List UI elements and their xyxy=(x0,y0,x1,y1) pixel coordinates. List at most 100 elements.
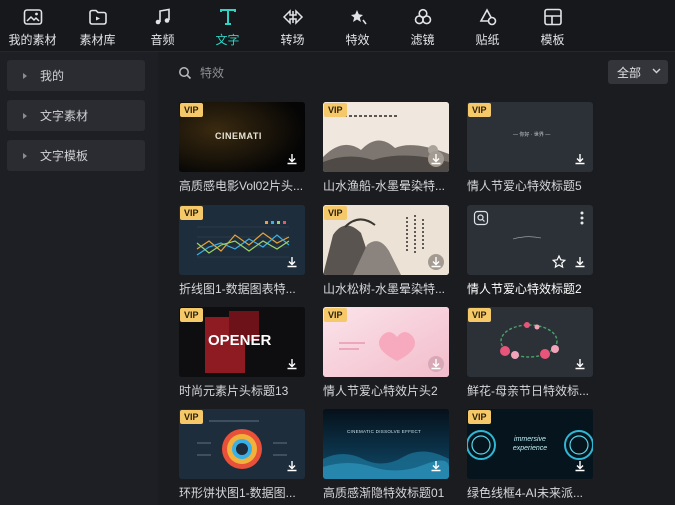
download-icon[interactable] xyxy=(572,151,588,167)
template-title: 情人节爱心特效标题2 xyxy=(467,282,582,296)
tab-label: 滤镜 xyxy=(410,33,435,47)
top-toolbar: 我的素材 素材库 音频 文字 转场 特效 滤镜 贴纸 模板 xyxy=(0,0,675,51)
filter-label: 全部 xyxy=(617,65,642,80)
template-card[interactable]: VIP 山水松树-水墨晕染特... xyxy=(323,205,449,297)
download-icon[interactable] xyxy=(428,254,444,270)
template-thumbnail: VIP xyxy=(179,409,305,479)
template-title: 山水松树-水墨晕染特... xyxy=(323,282,445,296)
download-icon[interactable] xyxy=(284,254,300,270)
category-filter-dropdown[interactable]: 全部 xyxy=(608,60,668,84)
template-thumbnail: VIP xyxy=(323,205,449,275)
template-title: 鲜花-母亲节日特效标... xyxy=(467,384,589,398)
music-icon xyxy=(152,7,174,27)
template-title: 情人节爱心特效标题5 xyxy=(467,179,582,193)
vip-badge: VIP xyxy=(180,103,203,117)
template-thumbnail: CINEMATI VIP xyxy=(179,102,305,172)
template-title: 时尚元素片头标题13 xyxy=(179,384,289,398)
template-card[interactable]: immersive experience VIP 绿色线框4-AI未来派... xyxy=(467,409,593,501)
template-card[interactable]: VIP 环形饼状图1-数据图... xyxy=(179,409,305,501)
thumbnail-text: OPENER xyxy=(208,332,272,349)
thumbnail-text: CINEMATI xyxy=(215,131,262,141)
sidebar: 我的 文字素材 文字模板 xyxy=(0,52,158,505)
template-card[interactable]: 情人节爱心特效标题2 xyxy=(467,205,593,297)
template-thumbnail: VIP xyxy=(467,307,593,377)
my-media-icon xyxy=(22,7,44,27)
sidebar-item-text-materials[interactable]: 文字素材 xyxy=(7,100,145,131)
tab-template[interactable]: 模板 xyxy=(520,0,585,51)
vip-badge: VIP xyxy=(468,308,491,322)
vip-badge: VIP xyxy=(180,308,203,322)
tab-filter[interactable]: 滤镜 xyxy=(390,0,455,51)
tab-my-media[interactable]: 我的素材 xyxy=(0,0,65,51)
download-icon[interactable] xyxy=(428,356,444,372)
preview-zoom-icon[interactable] xyxy=(473,210,489,226)
download-icon[interactable] xyxy=(284,458,300,474)
sidebar-item-mine[interactable]: 我的 xyxy=(7,60,145,91)
template-title: 环形饼状图1-数据图... xyxy=(179,486,296,500)
tab-label: 特效 xyxy=(345,33,370,47)
sidebar-item-label: 文字素材 xyxy=(40,109,89,123)
template-card[interactable]: VIP 鲜花-母亲节日特效标... xyxy=(467,307,593,399)
tab-label: 音频 xyxy=(150,33,175,47)
download-icon[interactable] xyxy=(572,356,588,372)
template-thumbnail: OPENER VIP xyxy=(179,307,305,377)
sidebar-item-label: 文字模板 xyxy=(40,149,89,163)
text-icon xyxy=(217,7,239,27)
template-card[interactable]: VIP 山水渔船-水墨晕染特... xyxy=(323,102,449,194)
search-input[interactable] xyxy=(200,62,400,84)
template-title: 情人节爱心特效片头2 xyxy=(323,384,438,398)
tab-label: 我的素材 xyxy=(8,33,57,47)
template-title: 山水渔船-水墨晕染特... xyxy=(323,179,445,193)
thumbnail-text: — 你好 · 世界 — xyxy=(513,132,551,138)
effects-icon xyxy=(347,7,369,27)
template-thumbnail: immersive experience VIP xyxy=(467,409,593,479)
template-thumbnail: CINEMATIC DISSOLVE EFFECT xyxy=(323,409,449,479)
tab-label: 模板 xyxy=(540,33,565,47)
template-card[interactable]: VIP 情人节爱心特效片头2 xyxy=(323,307,449,399)
library-icon xyxy=(87,7,109,27)
content-panel: 全部 CINEMATI VIP 高质感电影Vol02片头... VIP xyxy=(158,52,675,505)
tab-effects[interactable]: 特效 xyxy=(325,0,390,51)
template-card[interactable]: CINEMATI VIP 高质感电影Vol02片头... xyxy=(179,102,305,194)
tab-library[interactable]: 素材库 xyxy=(65,0,130,51)
sticker-icon xyxy=(477,7,499,27)
vip-badge: VIP xyxy=(180,206,203,220)
filter-icon xyxy=(412,7,434,27)
vip-badge: VIP xyxy=(324,206,347,220)
vip-badge: VIP xyxy=(468,103,491,117)
vip-badge: VIP xyxy=(324,308,347,322)
template-icon xyxy=(542,7,564,27)
tab-audio[interactable]: 音频 xyxy=(130,0,195,51)
search-icon xyxy=(178,66,192,80)
tab-label: 文字 xyxy=(215,33,240,47)
caret-right-icon xyxy=(23,112,27,119)
template-thumbnail: — 你好 · 世界 — VIP xyxy=(467,102,593,172)
template-card[interactable]: CINEMATIC DISSOLVE EFFECT 高质感渐隐特效标题01 xyxy=(323,409,449,501)
tab-text[interactable]: 文字 xyxy=(195,0,260,51)
sidebar-item-text-templates[interactable]: 文字模板 xyxy=(7,140,145,171)
download-icon[interactable] xyxy=(428,151,444,167)
vip-badge: VIP xyxy=(180,410,203,424)
more-options-icon[interactable] xyxy=(579,210,585,226)
download-icon[interactable] xyxy=(572,254,588,270)
favorite-star-icon[interactable] xyxy=(551,254,567,270)
vip-badge: VIP xyxy=(324,103,347,117)
download-icon[interactable] xyxy=(284,356,300,372)
template-card[interactable]: VIP 折线图1-数据图表特... xyxy=(179,205,305,297)
template-card[interactable]: OPENER VIP 时尚元素片头标题13 xyxy=(179,307,305,399)
chevron-down-icon xyxy=(652,68,661,74)
tab-sticker[interactable]: 贴纸 xyxy=(455,0,520,51)
template-card[interactable]: — 你好 · 世界 — VIP 情人节爱心特效标题5 xyxy=(467,102,593,194)
template-title: 高质感电影Vol02片头... xyxy=(179,179,304,193)
caret-right-icon xyxy=(23,152,27,159)
tab-label: 贴纸 xyxy=(475,33,500,47)
download-icon[interactable] xyxy=(428,458,444,474)
sidebar-item-label: 我的 xyxy=(40,69,65,83)
download-icon[interactable] xyxy=(284,151,300,167)
template-title: 高质感渐隐特效标题01 xyxy=(323,486,445,500)
tab-label: 素材库 xyxy=(79,33,116,47)
template-thumbnail: VIP xyxy=(323,102,449,172)
tab-label: 转场 xyxy=(280,33,305,47)
download-icon[interactable] xyxy=(572,458,588,474)
tab-transition[interactable]: 转场 xyxy=(260,0,325,51)
